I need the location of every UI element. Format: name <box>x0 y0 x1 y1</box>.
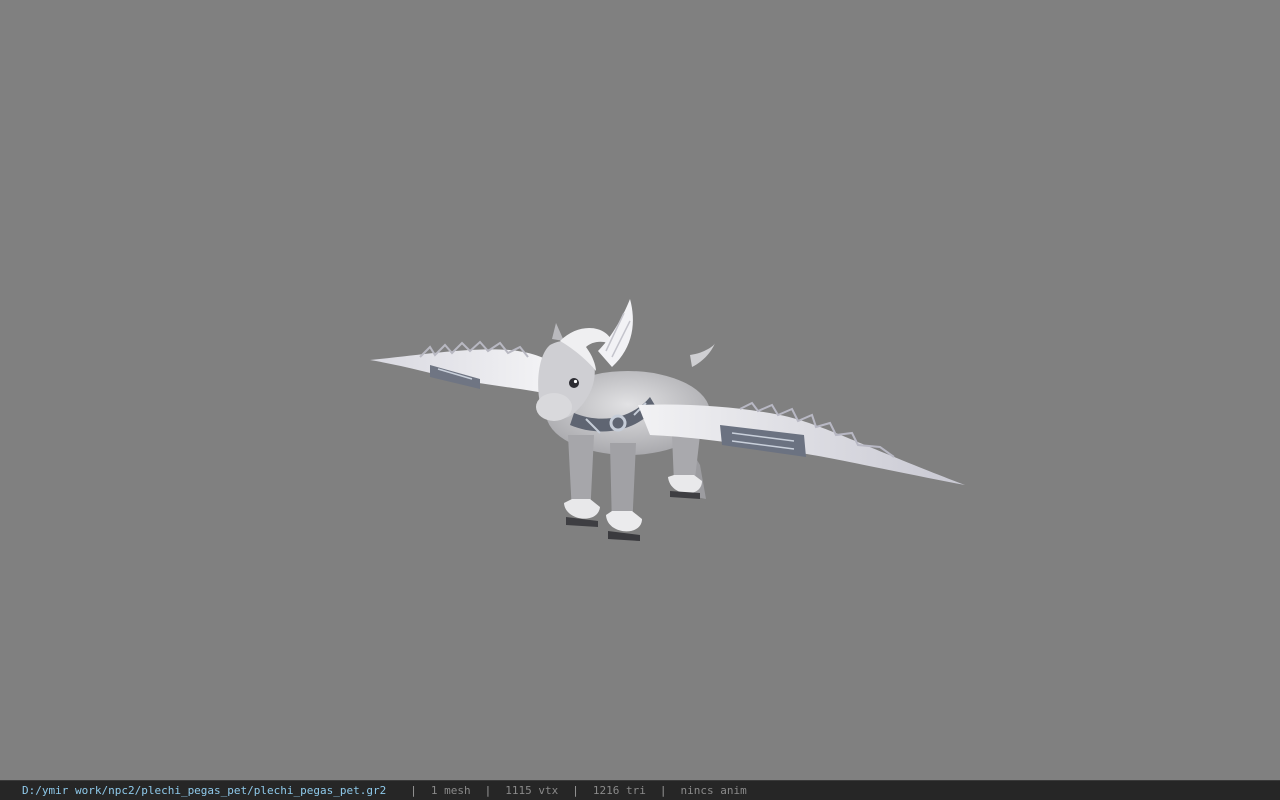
3d-viewport[interactable] <box>0 0 1280 780</box>
vertex-count: 1115 vtx <box>505 783 559 797</box>
animation-status: nincs anim <box>680 783 747 797</box>
triangle-count: 1216 tri <box>592 783 646 797</box>
pegasus-model[interactable] <box>360 285 980 565</box>
file-path: D:/ymir work/npc2/plechi_pegas_pet/plech… <box>22 783 387 797</box>
separator: | <box>572 783 579 797</box>
mesh-count: 1 mesh <box>430 783 471 797</box>
separator: | <box>659 783 667 797</box>
separator: | <box>410 783 417 797</box>
separator: | <box>484 783 492 797</box>
status-bar: D:/ymir work/npc2/plechi_pegas_pet/plech… <box>0 780 1280 800</box>
eye <box>569 378 579 388</box>
